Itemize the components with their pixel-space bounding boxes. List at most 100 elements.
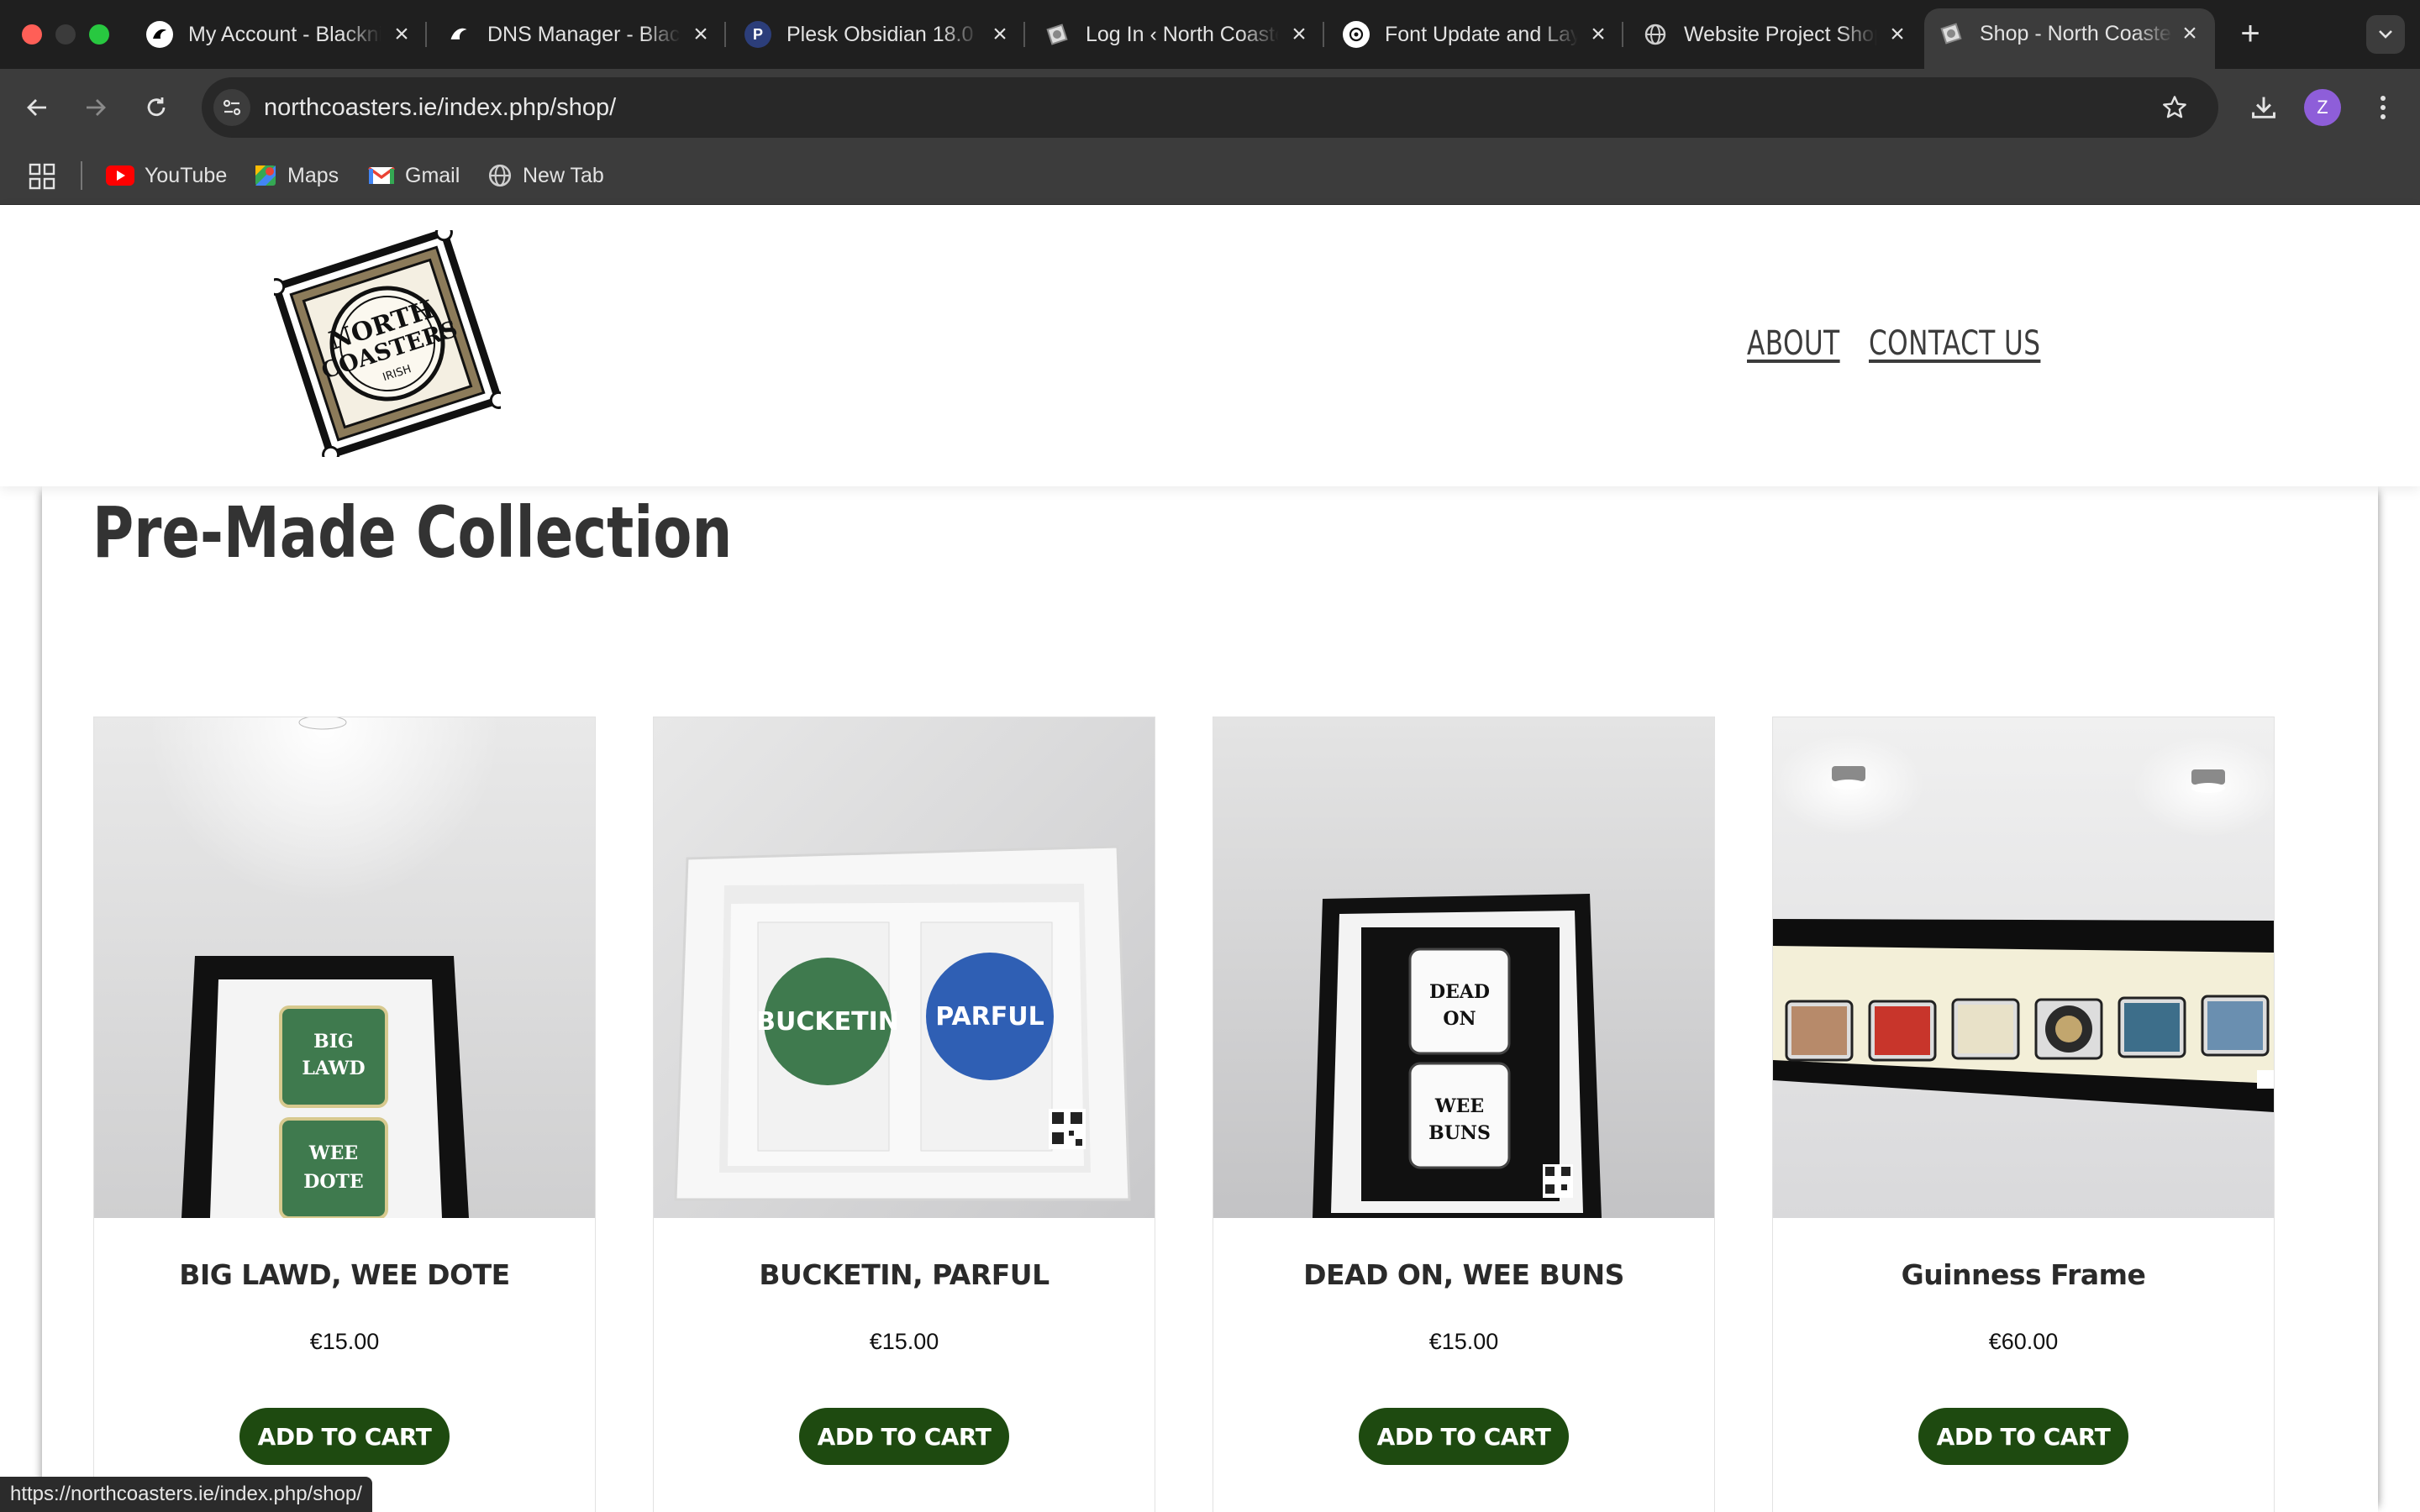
nav-about[interactable]: ABOUT	[1747, 324, 1840, 363]
add-to-cart-button[interactable]: ADD TO CART	[799, 1408, 1009, 1465]
tab-close-icon[interactable]: ×	[988, 20, 1012, 49]
tab-font-update[interactable]: Font Update and Layout ×	[1329, 12, 1623, 57]
coaster-text: DOTE	[303, 1171, 363, 1193]
coaster-text: PARFUL	[935, 1002, 1044, 1032]
minimize-window-button[interactable]	[55, 24, 76, 45]
product-name[interactable]: BUCKETIN, PARFUL	[654, 1258, 1155, 1291]
north-coasters-logo[interactable]: NORTH COASTERS IRISH	[274, 230, 501, 457]
product-name[interactable]: Guinness Frame	[1773, 1258, 2274, 1291]
tab-separator	[1622, 22, 1623, 47]
tab-my-account[interactable]: My Account - Blacknight ×	[133, 12, 427, 57]
browser-toolbar: northcoasters.ie/index.php/shop/ Z	[0, 69, 2420, 146]
tab-title: My Account - Blacknight	[188, 22, 381, 46]
blacknight-icon	[445, 21, 472, 48]
gmail-icon	[368, 165, 395, 186]
globe-icon	[1642, 21, 1669, 48]
tab-login[interactable]: Log In ‹ North Coasters ×	[1030, 12, 1324, 57]
tab-shop-active[interactable]: Shop - North Coasters ×	[1924, 8, 2215, 69]
tab-separator	[425, 22, 427, 47]
chevron-down-icon	[2379, 30, 2392, 39]
coaster-text: BUNS	[1428, 1122, 1491, 1144]
product-card: BIG LAWD WEE DOTE BIG LAWD, WEE DOTE €15…	[93, 717, 596, 1512]
tab-search-button[interactable]	[2366, 15, 2405, 54]
downloads-button[interactable]	[2242, 86, 2286, 129]
coaster-text: BIG	[313, 1031, 354, 1053]
bookmark-new-tab[interactable]: New Tab	[487, 158, 604, 193]
download-icon	[2252, 97, 2275, 118]
back-button[interactable]	[15, 86, 59, 129]
product-card: BUCKETIN PARFUL BUCKETIN, PARFUL €15.00 …	[653, 717, 1155, 1512]
bookmark-separator	[81, 161, 82, 190]
add-to-cart-button[interactable]: ADD TO CART	[239, 1408, 450, 1465]
tab-separator	[1023, 22, 1025, 47]
tab-plesk[interactable]: P Plesk Obsidian 18.0 ×	[731, 12, 1025, 57]
coaster-text: ON	[1443, 1008, 1476, 1030]
arrow-left-icon	[27, 99, 46, 116]
bookmark-label: Maps	[287, 163, 339, 187]
bookmark-label: YouTube	[145, 163, 228, 187]
product-image[interactable]: BUCKETIN PARFUL	[654, 717, 1155, 1218]
tab-title: Shop - North Coasters	[1980, 21, 2173, 45]
youtube-icon	[106, 165, 134, 186]
coaster-text: WEE	[1434, 1095, 1484, 1117]
url-text[interactable]: northcoasters.ie/index.php/shop/	[264, 77, 616, 138]
tab-close-icon[interactable]: ×	[1886, 20, 1909, 49]
reload-button[interactable]	[134, 86, 178, 129]
coaster-text: DEAD	[1429, 981, 1490, 1003]
link-status-bar: https://northcoasters.ie/index.php/shop/	[0, 1477, 372, 1512]
product-price: €15.00	[1428, 1329, 1499, 1354]
bookmark-label: Gmail	[405, 163, 460, 187]
tab-title: Website Project Shop	[1684, 22, 1877, 46]
blacknight-icon	[146, 21, 173, 48]
tab-title: Plesk Obsidian 18.0	[786, 22, 974, 46]
bookmark-star-icon[interactable]	[2156, 89, 2193, 126]
north-coasters-icon	[1938, 20, 1965, 47]
add-to-cart-button[interactable]: ADD TO CART	[1918, 1408, 2128, 1465]
bookmark-gmail[interactable]: Gmail	[368, 158, 460, 193]
product-image[interactable]: DEAD ON WEE BUNS	[1213, 717, 1714, 1218]
arrow-right-icon	[87, 99, 106, 116]
site-info-icon[interactable]	[213, 89, 250, 126]
tab-close-icon[interactable]: ×	[1287, 20, 1311, 49]
reload-icon	[147, 97, 166, 117]
plesk-icon: P	[744, 21, 771, 48]
product-price: €15.00	[309, 1329, 380, 1354]
tab-separator	[1323, 22, 1324, 47]
close-window-button[interactable]	[22, 24, 42, 45]
tab-separator	[724, 22, 726, 47]
apps-grid-icon[interactable]	[29, 163, 55, 190]
new-tab-button[interactable]: +	[2232, 15, 2269, 52]
product-name[interactable]: DEAD ON, WEE BUNS	[1213, 1258, 1714, 1291]
browser-menu-icon[interactable]	[2365, 86, 2402, 129]
bookmark-label: New Tab	[523, 163, 604, 187]
tab-close-icon[interactable]: ×	[1586, 20, 1610, 49]
address-bar[interactable]: northcoasters.ie/index.php/shop/	[202, 77, 2218, 138]
tab-close-icon[interactable]: ×	[390, 20, 413, 49]
north-coasters-icon	[1044, 21, 1071, 48]
bookmark-maps[interactable]: Maps	[254, 158, 339, 193]
tab-close-icon[interactable]: ×	[2178, 19, 2202, 48]
coaster-text: LAWD	[302, 1058, 365, 1079]
globe-icon	[487, 163, 513, 188]
tab-website-project[interactable]: Website Project Shop ×	[1628, 12, 1923, 57]
shop-content: Pre-Made Collection BIG LAWD WEE DOTE BI…	[42, 486, 2378, 1512]
nav-contact-us[interactable]: CONTACT US	[1869, 324, 2040, 363]
bookmark-youtube[interactable]: YouTube	[106, 158, 227, 193]
site-header: NORTH COASTERS IRISH ABOUT CONTACT US	[0, 205, 2420, 486]
maps-icon	[254, 164, 277, 187]
forward-button[interactable]	[74, 86, 118, 129]
tab-dns-manager[interactable]: DNS Manager - Blacknight ×	[432, 12, 726, 57]
product-card: Guinness Frame €60.00 ADD TO CART	[1772, 717, 2275, 1512]
tab-title: Font Update and Layout	[1385, 22, 1578, 46]
product-price: €15.00	[869, 1329, 939, 1354]
tab-bar: My Account - Blacknight × DNS Manager - …	[0, 0, 2420, 69]
openai-icon	[1343, 21, 1370, 48]
add-to-cart-button[interactable]: ADD TO CART	[1359, 1408, 1569, 1465]
page-title: Pre-Made Collection	[92, 491, 733, 574]
product-image[interactable]	[1773, 717, 2274, 1218]
product-image[interactable]: BIG LAWD WEE DOTE	[94, 717, 595, 1218]
product-name[interactable]: BIG LAWD, WEE DOTE	[94, 1258, 595, 1291]
profile-avatar[interactable]: Z	[2304, 89, 2341, 126]
tab-close-icon[interactable]: ×	[689, 20, 713, 49]
maximize-window-button[interactable]	[89, 24, 109, 45]
